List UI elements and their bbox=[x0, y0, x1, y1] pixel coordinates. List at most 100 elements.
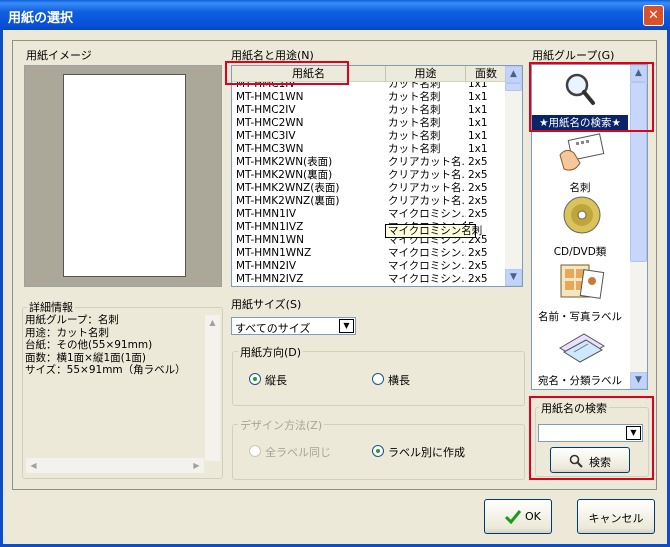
groups-label: 用紙グループ(G) bbox=[532, 49, 615, 62]
radio-same-design[interactable] bbox=[249, 445, 261, 457]
radio-portrait-label: 縦長 bbox=[265, 374, 287, 387]
cell-use: マイクロミシン... bbox=[388, 273, 466, 285]
table-row[interactable]: MT-HMN2IV マイクロミシン... 2x5 bbox=[232, 260, 506, 273]
details-vscroll[interactable]: ▲ bbox=[205, 315, 220, 461]
size-select-value: すべてのサイズ bbox=[235, 322, 311, 335]
table-row[interactable]: MT-HMN1IV マイクロミシン... 2x5 bbox=[232, 208, 506, 221]
tooltip: マイクロミシン名刺 bbox=[385, 224, 482, 238]
radio-each-design[interactable] bbox=[372, 445, 384, 457]
cell-count: 1x1 bbox=[468, 117, 488, 129]
cell-count: 1x1 bbox=[468, 104, 488, 116]
radio-landscape-label: 横長 bbox=[388, 374, 410, 387]
orientation-label: 用紙方向(D) bbox=[238, 344, 304, 360]
table-row[interactable]: MT-HMK2WNZ(裏面) クリアカット名... 2x5 bbox=[232, 195, 506, 208]
search-button-label: 検索 bbox=[589, 456, 611, 469]
highlight-search-group bbox=[529, 62, 654, 132]
highlight-name-column bbox=[225, 61, 349, 85]
cd-dvd-icon bbox=[563, 196, 601, 234]
cell-count: 2x5 bbox=[468, 247, 488, 259]
ok-button[interactable]: OK bbox=[484, 499, 552, 534]
cell-name: MT-HMN1IV bbox=[236, 208, 297, 220]
cell-use: カット名刺 bbox=[388, 91, 441, 103]
preview-label: 用紙イメージ bbox=[26, 49, 92, 62]
cell-count: 2x5 bbox=[468, 169, 488, 181]
details-text: 用紙グループ：名刺 用途：カット名刺 台紙：その他(55×91mm) 面数：横1面×縦… bbox=[25, 314, 186, 377]
table-row[interactable]: MT-HMC3WN カット名刺 1x1 bbox=[232, 143, 506, 156]
group-item-cd[interactable]: CD/DVD類 bbox=[532, 244, 628, 259]
table-row[interactable]: MT-HMK2WN(裏面) クリアカット名... 2x5 bbox=[232, 169, 506, 182]
table-row[interactable]: MT-HMC3IV カット名刺 1x1 bbox=[232, 130, 506, 143]
chevron-down-icon[interactable]: ▼ bbox=[626, 426, 641, 440]
scroll-down-icon[interactable]: ▼ bbox=[630, 372, 647, 389]
cell-count: 2x5 bbox=[468, 273, 488, 285]
size-select[interactable]: すべてのサイズ ▼ bbox=[231, 317, 356, 335]
paper-list-vscroll[interactable]: ▲ ▼ bbox=[505, 66, 522, 286]
cell-use: カット名刺 bbox=[388, 143, 441, 155]
cell-use: カット名刺 bbox=[388, 104, 441, 116]
cell-name: MT-HMK2WN(表面) bbox=[236, 156, 333, 168]
details-box: 用紙グループ：名刺 用途：カット名刺 台紙：その他(55×91mm) 面数：横1面×縦… bbox=[24, 313, 220, 475]
cancel-button-label: キャンセル bbox=[588, 512, 644, 525]
cell-count: 2x5 bbox=[468, 208, 488, 220]
cell-count: 2x5 bbox=[468, 195, 488, 207]
chevron-up-icon[interactable]: ▲ bbox=[205, 315, 220, 330]
scroll-down-icon[interactable]: ▼ bbox=[505, 269, 522, 286]
cell-use: マイクロミシン... bbox=[388, 247, 466, 259]
cell-use: クリアカット名... bbox=[388, 195, 466, 207]
radio-each-design-label: ラベル別に作成 bbox=[388, 446, 465, 459]
search-input[interactable]: ▼ bbox=[538, 424, 643, 442]
radio-portrait[interactable] bbox=[249, 373, 261, 385]
paper-preview bbox=[24, 65, 222, 287]
cell-name: MT-HMK2WNZ(裏面) bbox=[236, 195, 340, 207]
cell-use: マイクロミシン... bbox=[388, 208, 466, 220]
table-row[interactable]: MT-HMC2IV カット名刺 1x1 bbox=[232, 104, 506, 117]
column-header-use[interactable]: 用途 bbox=[386, 66, 466, 82]
cell-count: 2x5 bbox=[468, 156, 488, 168]
window-title: 用紙の選択 bbox=[8, 11, 74, 26]
paper-list-rows: MT-HMC1IV カット名刺 1x1 MT-HMC1WN カット名刺 1x1 MT-HMC… bbox=[232, 82, 506, 286]
cell-name: MT-HMC2IV bbox=[236, 104, 296, 116]
radio-same-design-label: 全ラベル同じ bbox=[265, 446, 331, 459]
group-item-address[interactable]: 宛名・分類ラベル bbox=[532, 373, 628, 388]
design-label: デザイン方法(Z) bbox=[238, 417, 325, 433]
table-row[interactable]: MT-HMK2WN(表面) クリアカット名... 2x5 bbox=[232, 156, 506, 169]
cell-count: 2x5 bbox=[468, 182, 488, 194]
column-header-count[interactable]: 面数 bbox=[466, 66, 507, 82]
cell-count: 1x1 bbox=[468, 91, 488, 103]
scroll-thumb[interactable] bbox=[505, 83, 522, 91]
cell-use: カット名刺 bbox=[388, 82, 441, 90]
business-card-icon bbox=[559, 133, 605, 171]
radio-landscape[interactable] bbox=[372, 373, 384, 385]
scroll-up-icon[interactable]: ▲ bbox=[505, 66, 522, 83]
details-hscroll[interactable]: ◀ ▶ bbox=[26, 458, 204, 473]
search-label: 用紙名の検索 bbox=[539, 400, 609, 416]
chevron-down-icon[interactable]: ▼ bbox=[339, 319, 354, 333]
search-button[interactable]: 検索 bbox=[550, 447, 630, 473]
cell-name: MT-HMC1WN bbox=[236, 91, 304, 103]
chevron-left-icon[interactable]: ◀ bbox=[26, 458, 41, 473]
close-button[interactable]: ✕ bbox=[643, 5, 664, 26]
cell-count: 2x5 bbox=[468, 260, 488, 272]
table-row[interactable]: MT-HMN2IVZ マイクロミシン... 2x5 bbox=[232, 273, 506, 286]
table-row[interactable]: MT-HMC1WN カット名刺 1x1 bbox=[232, 91, 506, 104]
table-row[interactable]: MT-HMK2WNZ(表面) クリアカット名... 2x5 bbox=[232, 182, 506, 195]
cell-name: MT-HMN1WNZ bbox=[236, 247, 312, 259]
cell-use: カット名刺 bbox=[388, 117, 441, 129]
cell-use: クリアカット名... bbox=[388, 169, 466, 181]
cancel-button[interactable]: キャンセル bbox=[577, 499, 655, 534]
search-icon bbox=[569, 454, 583, 468]
table-row[interactable]: MT-HMC2WN カット名刺 1x1 bbox=[232, 117, 506, 130]
details-line: サイズ：55×91mm（角ラベル） bbox=[25, 364, 186, 376]
details-line: 面数：横1面×縦1面(1面) bbox=[25, 351, 147, 364]
group-item-photo[interactable]: 名前・写真ラベル bbox=[532, 309, 628, 324]
chevron-right-icon[interactable]: ▶ bbox=[189, 458, 204, 473]
cell-name: MT-HMN1WN bbox=[236, 234, 305, 246]
table-row[interactable]: MT-HMN1WNZ マイクロミシン... 2x5 bbox=[232, 247, 506, 260]
cell-name: MT-HMN1IVZ bbox=[236, 221, 304, 233]
title-bar: 用紙の選択 ✕ bbox=[0, 0, 670, 30]
cell-name: MT-HMC3WN bbox=[236, 143, 304, 155]
cell-count: 1x1 bbox=[468, 143, 488, 155]
group-item-card[interactable]: 名刺 bbox=[532, 180, 628, 195]
paper-list[interactable]: 用紙名 用途 面数 MT-HMC1IV カット名刺 1x1 MT-HMC1WN カット名… bbox=[231, 65, 523, 287]
cell-count: 1x1 bbox=[468, 82, 488, 90]
